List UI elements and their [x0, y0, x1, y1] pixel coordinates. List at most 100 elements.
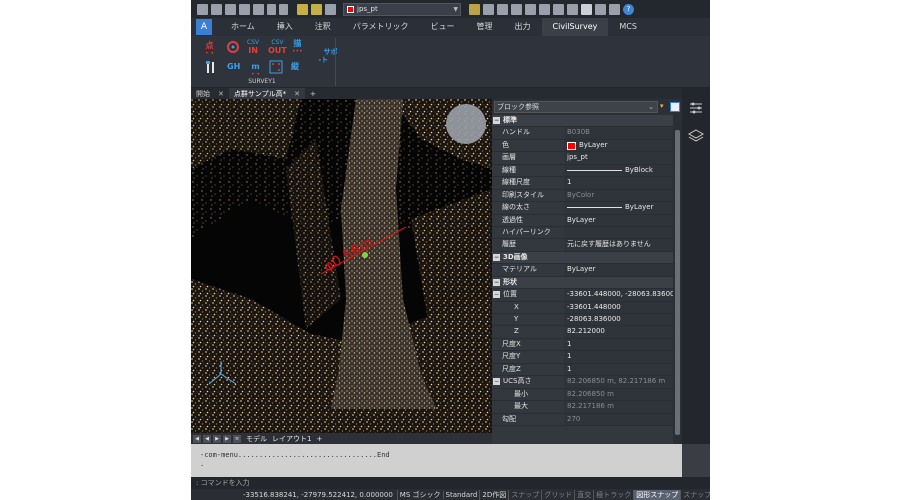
property-row[interactable]: 線の太さ ByLayer	[492, 202, 673, 215]
property-value[interactable]: 82.212000	[564, 326, 673, 338]
property-value[interactable]: 82.206850 m, 82.217186 m	[564, 376, 673, 388]
property-value[interactable]: ByLayer	[564, 264, 673, 276]
tab-parametric[interactable]: パラメトリック	[342, 18, 420, 36]
select-objects-icon[interactable]	[670, 102, 680, 112]
property-value[interactable]: ByBlock	[564, 164, 673, 177]
draw-button[interactable]: 描 •••	[292, 40, 303, 56]
support-button[interactable]: サポ -ト	[309, 40, 337, 72]
lock-icon[interactable]	[325, 3, 336, 15]
property-row[interactable]: 尺度X 1	[492, 338, 673, 352]
property-value[interactable]: 1	[564, 351, 673, 363]
survey-pole-button[interactable]	[205, 60, 219, 76]
status-toggle[interactable]: Standard	[442, 490, 480, 499]
lightbulb-icon[interactable]	[297, 3, 308, 15]
sun-icon[interactable]	[311, 3, 322, 15]
property-category[interactable]: −3D画像	[492, 251, 673, 265]
prev-layout-icon[interactable]: ◀	[203, 434, 211, 443]
property-row[interactable]: 最大 82.217186 m	[492, 401, 673, 414]
collapse-icon[interactable]: −	[493, 378, 500, 386]
property-value[interactable]: 82.217186 m	[564, 401, 673, 413]
tab-manage[interactable]: 管理	[466, 18, 504, 36]
property-row[interactable]: マテリアル ByLayer	[492, 264, 673, 277]
color-picker-icon[interactable]	[553, 3, 564, 15]
save-as-icon[interactable]	[239, 3, 250, 15]
grid-view-icon[interactable]	[609, 3, 620, 15]
vertical-button[interactable]: 縦	[291, 63, 299, 71]
property-value[interactable]: ByColor	[564, 189, 673, 202]
redo-icon[interactable]	[279, 3, 288, 15]
property-row[interactable]: ハイパーリンク	[492, 226, 673, 240]
add-layout-button[interactable]: +	[316, 435, 322, 443]
property-row[interactable]: 線種尺度 1	[492, 177, 673, 190]
view-cube-icon[interactable]	[446, 104, 486, 144]
scrollbar-thumb[interactable]	[675, 130, 680, 435]
property-row[interactable]: 尺度Y 1	[492, 351, 673, 364]
tab-annotate[interactable]: 注釈	[304, 18, 342, 36]
property-value[interactable]: ByLayer	[564, 202, 673, 214]
property-value[interactable]: -33601.448000, -28063.836000	[564, 289, 673, 301]
property-value[interactable]: B030B	[564, 127, 673, 139]
doc-tab-drawing[interactable]: 点群サンプル高* ✕	[228, 88, 306, 99]
property-row[interactable]: ハンドル B030B	[492, 127, 673, 140]
layer-prev-icon[interactable]	[483, 3, 494, 15]
undo-icon[interactable]	[267, 3, 276, 15]
tab-layout1[interactable]: レイアウト1	[272, 434, 311, 444]
m-button[interactable]: m • •	[251, 63, 260, 79]
properties-toggle-icon[interactable]	[690, 102, 702, 114]
status-toggle[interactable]: 極トラック	[593, 489, 633, 500]
match-layer-icon[interactable]	[469, 3, 480, 15]
point-settings-button[interactable]	[226, 40, 240, 58]
status-toggle[interactable]: MS ゴシック	[396, 489, 443, 500]
property-row[interactable]: 色 ByLayer	[492, 139, 673, 153]
command-scrollbar[interactable]	[682, 444, 710, 477]
property-value[interactable]: 元に戻す履歴はありません	[564, 239, 673, 251]
tab-mcs[interactable]: MCS	[608, 18, 648, 36]
close-icon[interactable]: ✕	[294, 90, 300, 98]
property-category[interactable]: − 標準	[492, 115, 673, 128]
tab-civilsurvey[interactable]: CivilSurvey	[541, 18, 609, 36]
property-row[interactable]: X -33601.448000	[492, 301, 673, 314]
property-value[interactable]: ByLayer	[564, 214, 673, 226]
app-menu-button[interactable]: A	[196, 19, 212, 35]
status-toggle[interactable]: 直交	[574, 489, 593, 500]
collapse-icon[interactable]: −	[493, 278, 500, 286]
next-layout-icon[interactable]: ▶	[213, 434, 221, 443]
property-row[interactable]: − 位置 -33601.448000, -28063.836000	[492, 289, 673, 302]
property-value[interactable]: ByLayer	[564, 139, 673, 152]
collapse-icon[interactable]: −	[493, 117, 500, 124]
status-toggle[interactable]: グリッド	[541, 489, 574, 500]
property-value[interactable]: 82.206850 m	[564, 388, 673, 401]
layer-walk-icon[interactable]	[497, 3, 508, 15]
property-row[interactable]: 透過性 ByLayer	[492, 214, 673, 227]
property-row[interactable]: 画層 jps_pt	[492, 152, 673, 165]
layer-iso-icon[interactable]	[511, 3, 522, 15]
status-toggle[interactable]: 2D作図	[479, 489, 508, 500]
drawing-viewport[interactable]: φ0.56m	[191, 99, 492, 433]
first-layout-icon[interactable]: ◀	[193, 434, 201, 443]
point-button[interactable]: 点 • •	[205, 42, 214, 58]
last-layout-icon[interactable]: ▶	[223, 434, 231, 443]
gh-button[interactable]: GH	[227, 63, 240, 71]
doc-tab-start[interactable]: 開始 ✕	[191, 88, 229, 99]
tab-home[interactable]: ホーム	[220, 18, 266, 36]
quick-select-icon[interactable]: ▾	[660, 102, 664, 110]
save-icon[interactable]	[225, 3, 236, 15]
property-value[interactable]: -28063.836000	[564, 314, 673, 326]
new-file-icon[interactable]	[197, 3, 208, 15]
property-value[interactable]: -33601.448000	[564, 301, 673, 313]
tab-insert[interactable]: 挿入	[266, 18, 304, 36]
close-icon[interactable]: ✕	[218, 90, 224, 98]
layers-icon[interactable]	[687, 129, 705, 142]
property-row[interactable]: − UCS高さ 82.206850 m, 82.217186 m	[492, 376, 673, 389]
property-row[interactable]: 履歴 元に戻す履歴はありません	[492, 239, 673, 252]
help-icon[interactable]: ?	[623, 3, 634, 15]
property-category[interactable]: − 形状	[492, 276, 673, 290]
property-row[interactable]: Z 82.212000	[492, 326, 673, 339]
property-value[interactable]: 270	[564, 413, 673, 425]
property-value[interactable]: 1	[564, 177, 673, 189]
property-value[interactable]: 1	[564, 363, 673, 376]
pencil-icon[interactable]	[539, 3, 550, 15]
palette-icon[interactable]	[567, 3, 578, 15]
open-file-icon[interactable]	[211, 3, 222, 15]
object-type-select[interactable]: ブロック参照 ⌄	[494, 101, 658, 113]
